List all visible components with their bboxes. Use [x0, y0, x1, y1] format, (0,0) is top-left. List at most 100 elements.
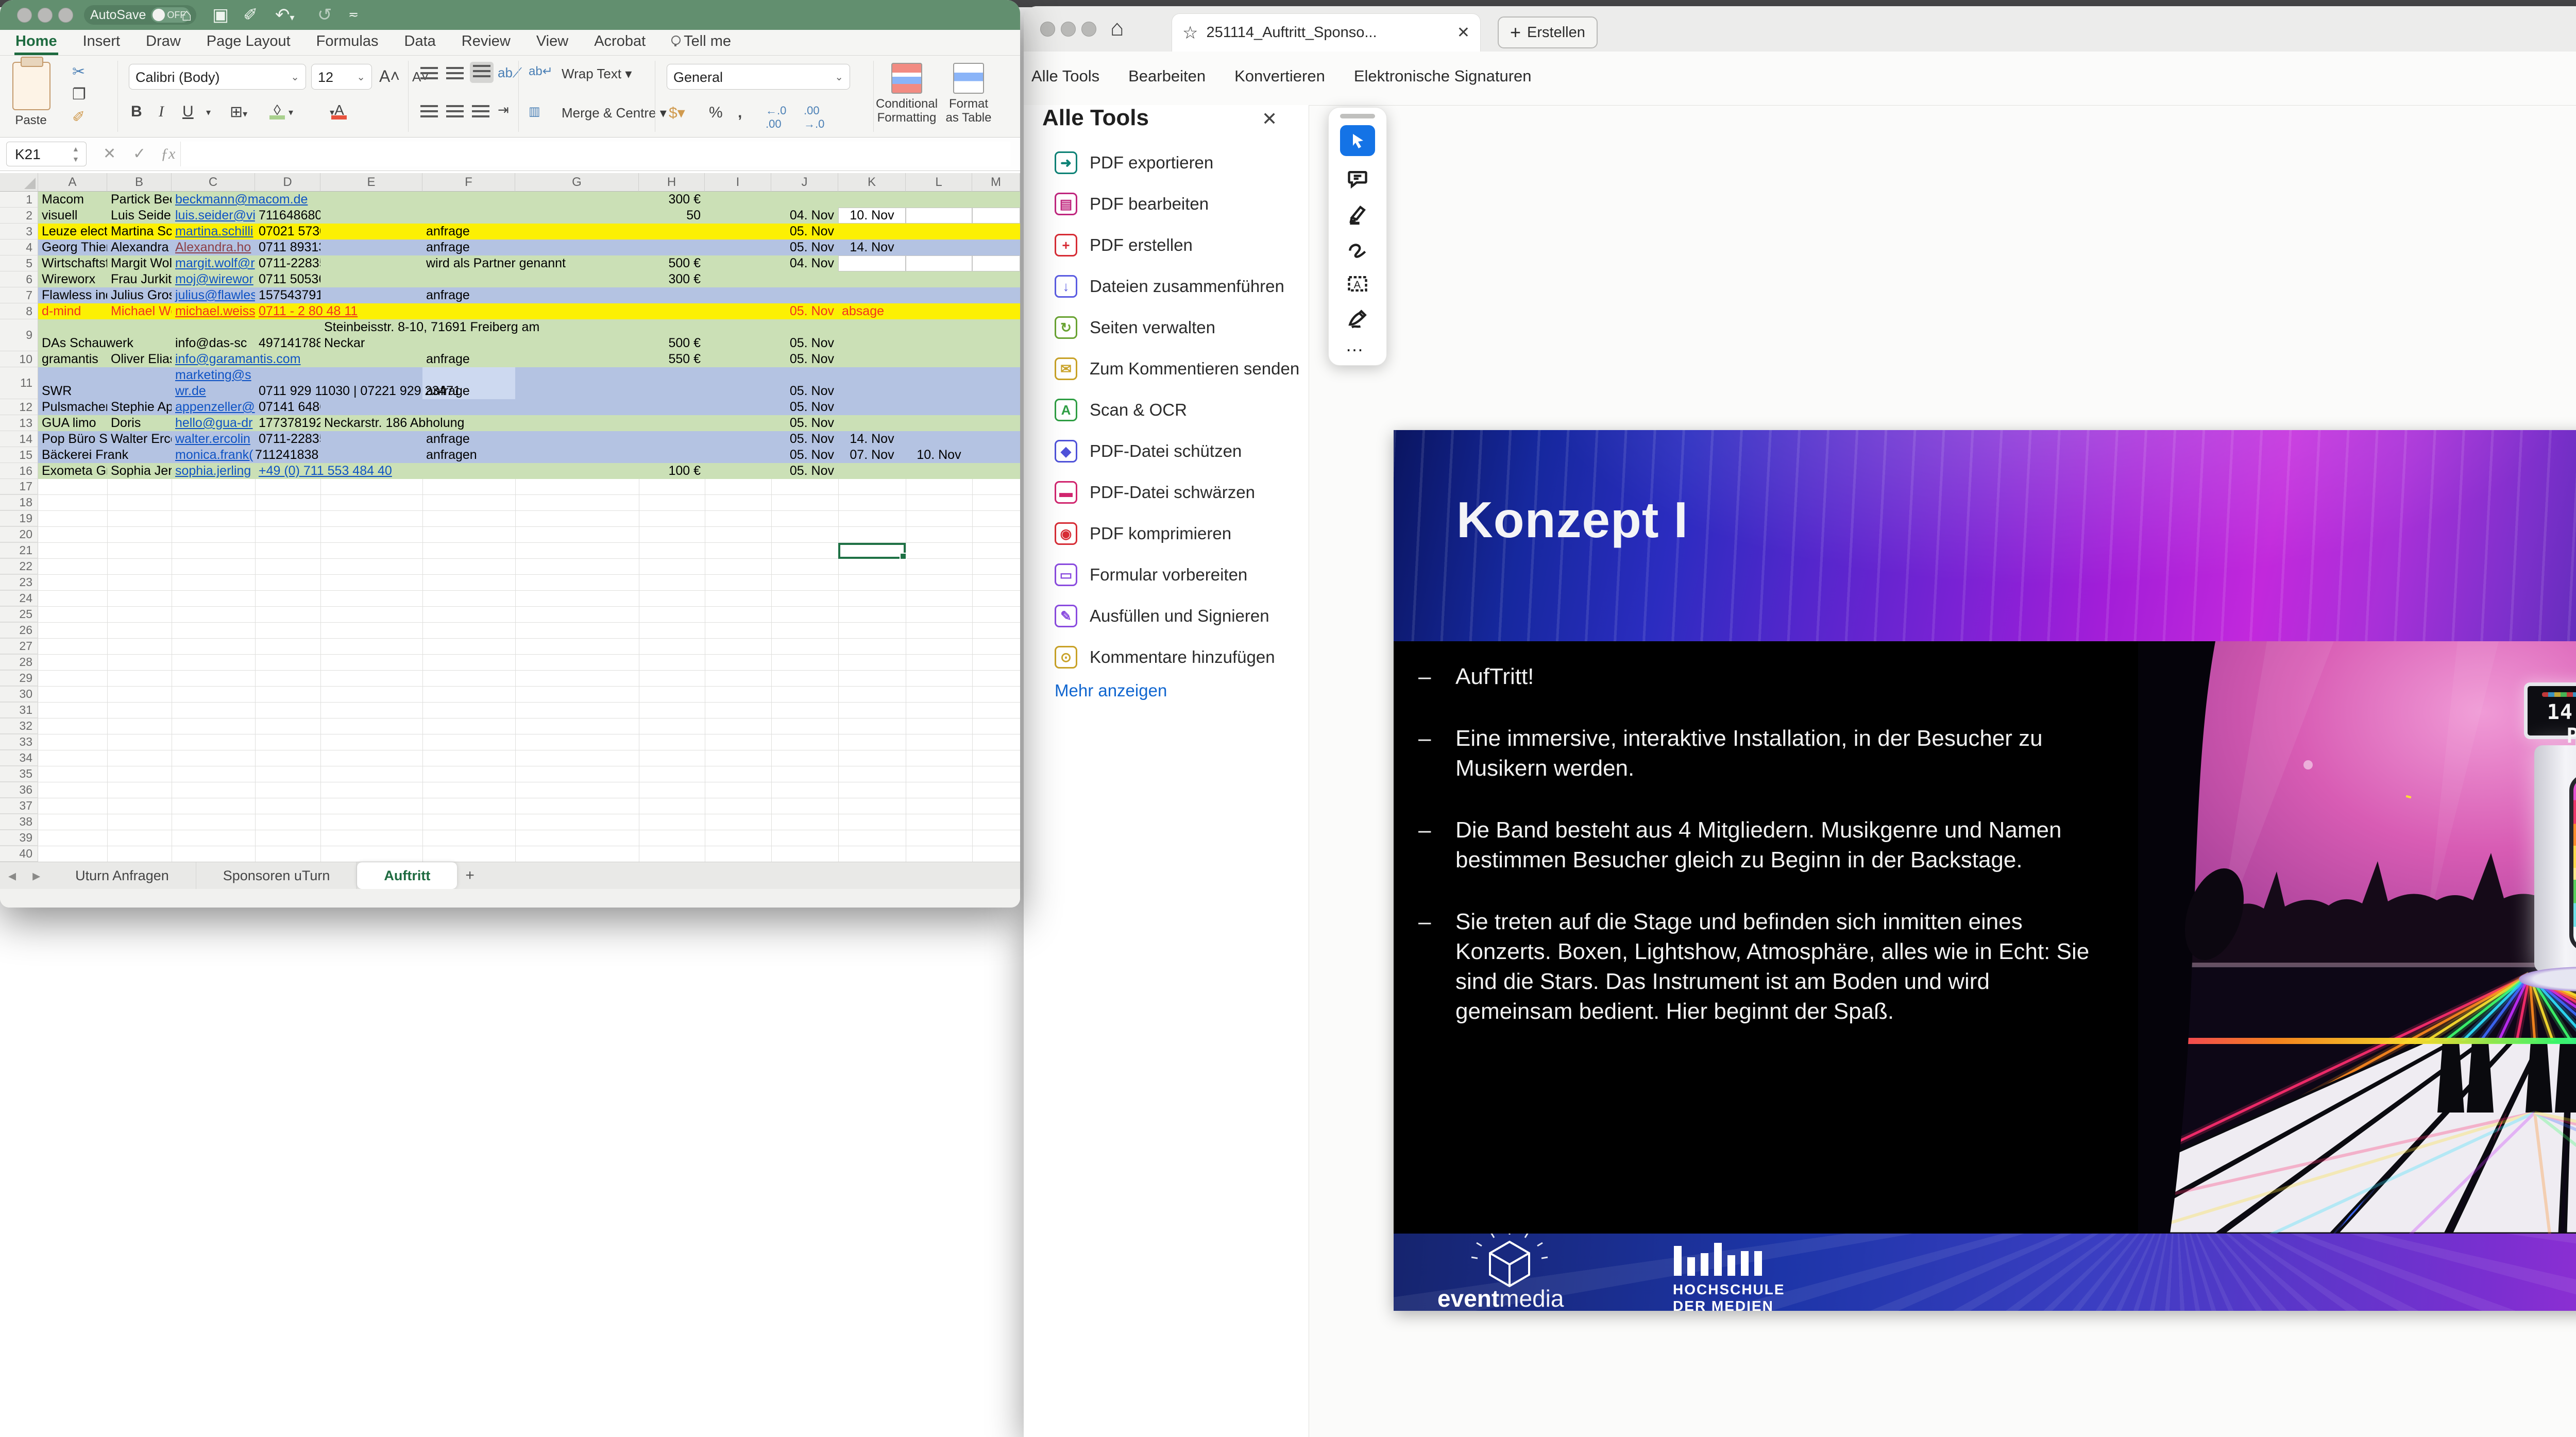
cell[interactable] [906, 255, 972, 271]
cell[interactable]: 05. Nov [771, 463, 838, 479]
cell[interactable]: SWR [38, 383, 107, 399]
row-header-17[interactable]: 17 [0, 479, 38, 494]
tool-item-seiten-verwalten[interactable]: ↻Seiten verwalten [1024, 307, 1309, 348]
row-header-15[interactable]: 15 [0, 447, 38, 463]
table-row[interactable]: 18 [0, 495, 1020, 511]
cell[interactable]: sophia.jerling [172, 463, 255, 479]
cell[interactable]: Wirtschaftsfö [38, 255, 107, 271]
conditional-formatting-label[interactable]: ConditionalFormatting [876, 97, 938, 125]
cell[interactable]: michael.weiss [172, 303, 255, 319]
cell[interactable]: Walter Ercolir [107, 431, 172, 447]
row-header-32[interactable]: 32 [0, 718, 38, 734]
cell[interactable]: 14. Nov [838, 431, 906, 447]
cell[interactable]: 49714178890 [255, 335, 320, 351]
cell[interactable]: 50 [639, 208, 705, 224]
table-row[interactable]: 24 [0, 591, 1020, 607]
table-row[interactable]: 29 [0, 671, 1020, 687]
row-header-27[interactable]: 27 [0, 639, 38, 654]
column-header-J[interactable]: J [771, 173, 838, 192]
create-button[interactable]: + Erstellen [1498, 16, 1598, 48]
cell[interactable]: 07141 64861-0 [255, 399, 320, 415]
cell[interactable]: 711241838 [255, 447, 320, 463]
row-header-6[interactable]: 6 [0, 271, 38, 287]
row-header-37[interactable]: 37 [0, 798, 38, 814]
row-header-22[interactable]: 22 [0, 559, 38, 574]
cell[interactable]: Alexandra.ho [172, 239, 255, 255]
cancel-icon[interactable]: ✕ [103, 142, 116, 166]
italic-button[interactable]: I [159, 103, 164, 121]
active-cell-K21[interactable] [838, 543, 906, 559]
cell[interactable]: moj@wirewor [172, 271, 255, 287]
underline-button[interactable]: U [182, 103, 194, 121]
row-header-16[interactable]: 16 [0, 463, 38, 479]
cell[interactable]: 100 € [639, 463, 705, 479]
cell[interactable]: Exometa Gmb [38, 463, 107, 479]
cell[interactable]: Partick Beckm [107, 192, 172, 208]
column-header-C[interactable]: C [172, 173, 255, 192]
cell[interactable]: visuell [38, 208, 107, 224]
cell[interactable]: 711648680 [255, 208, 320, 224]
add-text-tool-icon[interactable]: A [1343, 269, 1372, 298]
row-header-29[interactable]: 29 [0, 671, 38, 686]
cell[interactable]: Wireworx [38, 271, 107, 287]
cell[interactable]: 05. Nov [771, 224, 838, 239]
cell[interactable]: Macom [38, 192, 107, 208]
tool-item-pdf-datei-schwärzen[interactable]: ▬PDF-Datei schwärzen [1024, 472, 1309, 513]
column-header-I[interactable]: I [705, 173, 771, 192]
fill-sign-tool-icon[interactable] [1343, 304, 1372, 333]
tool-item-pdf-erstellen[interactable]: +PDF erstellen [1024, 225, 1309, 266]
cell[interactable]: anfragen [422, 447, 515, 463]
cell[interactable]: 0711 929 11030 | 07221 929 23471 [255, 383, 320, 399]
cell[interactable]: absage [838, 303, 906, 319]
cell[interactable]: anfrage [422, 287, 515, 303]
row-header-31[interactable]: 31 [0, 703, 38, 718]
row-header-12[interactable]: 12 [0, 399, 38, 415]
row-header-20[interactable]: 20 [0, 527, 38, 542]
home-icon[interactable]: ⌂ [1110, 15, 1124, 41]
align-left-icon[interactable] [420, 105, 438, 117]
row-header-3[interactable]: 3 [0, 224, 38, 239]
cell[interactable]: Steinbeisstr. 8-10, 71691 Freiberg amNec… [320, 319, 422, 351]
save-as-icon[interactable]: ✐ [243, 0, 258, 30]
cell[interactable]: 10. Nov [838, 208, 906, 224]
cell[interactable]: appenzeller@ [172, 399, 255, 415]
autosave-toggle[interactable]: AutoSave OFF [84, 5, 196, 25]
tool-item-zum-kommentieren-senden[interactable]: ✉Zum Kommentieren senden [1024, 348, 1309, 389]
underline-dropdown[interactable]: ▾ [206, 107, 211, 118]
cell[interactable]: Pop Büro Stut [38, 431, 107, 447]
menu-item-alle-tools[interactable]: Alle Tools [1031, 67, 1099, 85]
cell[interactable]: 05. Nov [771, 415, 838, 431]
ribbon-tab-tell-me[interactable]: Tell me [670, 33, 732, 55]
percent-icon[interactable]: % [709, 104, 723, 122]
cell[interactable]: 14. Nov [838, 239, 906, 255]
cell[interactable]: 550 € [639, 351, 705, 367]
column-header-A[interactable]: A [38, 173, 107, 192]
cell[interactable]: beckmann@macom.de [172, 192, 255, 208]
table-row[interactable]: 19 [0, 511, 1020, 527]
column-header-F[interactable]: F [422, 173, 515, 192]
cell[interactable]: 07. Nov [838, 447, 906, 463]
star-icon[interactable]: ☆ [1182, 23, 1198, 43]
cell[interactable]: 0711 - 2 80 48 11 [255, 303, 320, 319]
table-row[interactable]: 38 [0, 814, 1020, 830]
drag-handle[interactable] [1340, 114, 1375, 118]
table-row[interactable]: 17 [0, 479, 1020, 495]
tool-item-ausfüllen-und-signieren[interactable]: ✎Ausfüllen und Signieren [1024, 595, 1309, 637]
row-header-4[interactable]: 4 [0, 239, 38, 255]
cell[interactable]: 300 € [639, 271, 705, 287]
cell[interactable]: walter.ercolin [172, 431, 255, 447]
table-row[interactable]: 31 [0, 703, 1020, 718]
cell[interactable]: anfrage [422, 239, 515, 255]
cell[interactable]: GUA limo [38, 415, 107, 431]
cell[interactable]: 05. Nov [771, 447, 838, 463]
conditional-formatting-icon[interactable] [891, 63, 922, 94]
menu-item-elektronische-signaturen[interactable]: Elektronische Signaturen [1354, 67, 1532, 85]
cell[interactable]: 05. Nov [771, 351, 838, 367]
column-header-D[interactable]: D [255, 173, 320, 192]
row-header-39[interactable]: 39 [0, 830, 38, 846]
menu-item-bearbeiten[interactable]: Bearbeiten [1128, 67, 1206, 85]
copy-icon[interactable]: ❐ [72, 85, 86, 104]
cell[interactable]: info@garamantis.com [172, 351, 255, 367]
ribbon-tab-formulas[interactable]: Formulas [315, 33, 380, 55]
cell[interactable]: 500 € [639, 255, 705, 271]
